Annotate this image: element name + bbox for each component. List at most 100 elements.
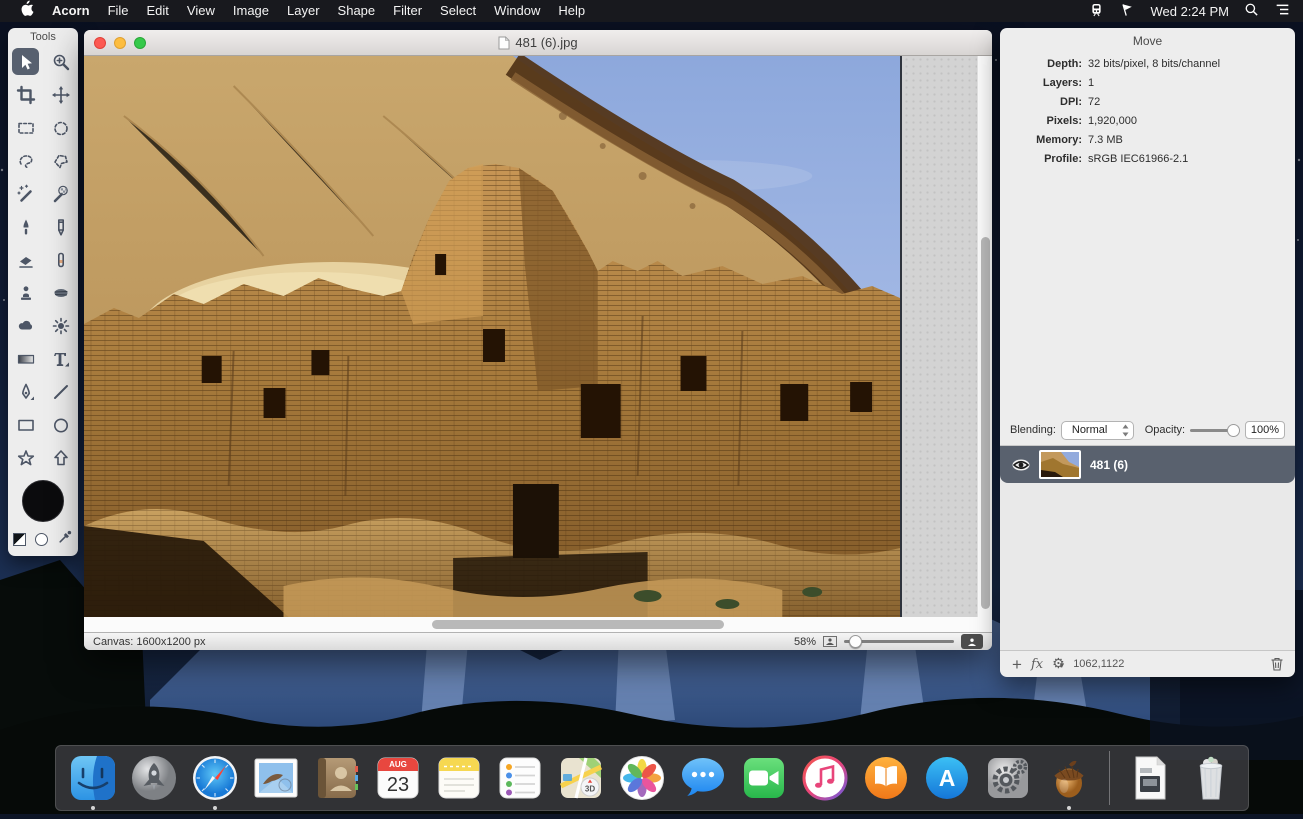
layer-actions-button[interactable]: ⚙▾: [1052, 655, 1064, 673]
tool-blur[interactable]: [8, 309, 43, 342]
minimize-button[interactable]: [114, 37, 126, 49]
horizontal-scrollbar[interactable]: [84, 617, 992, 632]
tool-eraser[interactable]: [8, 243, 43, 276]
layer-row-selected[interactable]: 481 (6): [1000, 446, 1295, 483]
horizontal-scrollbar-thumb[interactable]: [432, 620, 724, 629]
tool-pencil[interactable]: [43, 210, 78, 243]
tool-lasso[interactable]: [8, 144, 43, 177]
menu-acorn[interactable]: Acorn: [43, 0, 99, 22]
tool-instant-alpha[interactable]: [43, 177, 78, 210]
menu-file[interactable]: File: [99, 0, 138, 22]
tool-rect-select[interactable]: [8, 111, 43, 144]
tool-ellipse-select[interactable]: [43, 111, 78, 144]
inspector-spacer: [1000, 172, 1295, 415]
dock-trash[interactable]: [1185, 752, 1237, 804]
menu-shape[interactable]: Shape: [329, 0, 385, 22]
dock-ibooks[interactable]: [860, 752, 912, 804]
apple-menu[interactable]: [12, 0, 43, 23]
layer-list[interactable]: 481 (6): [1000, 445, 1295, 650]
dock-facetime[interactable]: [738, 752, 790, 804]
dock-photos[interactable]: [616, 752, 668, 804]
tool-crop[interactable]: [8, 78, 43, 111]
tool-gradient[interactable]: [8, 342, 43, 375]
menu-filter[interactable]: Filter: [384, 0, 431, 22]
blending-select[interactable]: Normal: [1061, 421, 1134, 440]
dock-finder[interactable]: [67, 752, 119, 804]
opacity-slider-thumb[interactable]: [1227, 424, 1240, 437]
dock-system-preferences[interactable]: [982, 752, 1034, 804]
stroke-color-swatch[interactable]: [35, 533, 48, 546]
blending-value: Normal: [1072, 424, 1107, 436]
fill-stroke-swatch[interactable]: [13, 533, 26, 546]
dock-mail[interactable]: [250, 752, 302, 804]
rect-shape-icon: [16, 415, 36, 435]
dock-maps[interactable]: 3D: [555, 752, 607, 804]
cursor-coordinates: 1062,1122: [1073, 658, 1124, 670]
tool-zoom[interactable]: [43, 45, 78, 78]
tool-rect-shape[interactable]: [8, 408, 43, 441]
color-well[interactable]: [22, 480, 64, 522]
menu-status-train-icon[interactable]: [1089, 2, 1104, 21]
add-layer-button[interactable]: +: [1012, 656, 1022, 673]
dock-appstore[interactable]: A: [921, 752, 973, 804]
zoom-window-button[interactable]: [134, 37, 146, 49]
window-titlebar[interactable]: 481 (6).jpg: [84, 30, 992, 56]
menu-help[interactable]: Help: [549, 0, 594, 22]
dock-launchpad[interactable]: [128, 752, 180, 804]
tool-arrow[interactable]: [8, 45, 43, 78]
instant-alpha-icon: [51, 184, 71, 204]
menu-select[interactable]: Select: [431, 0, 485, 22]
layer-fx-button[interactable]: fx: [1031, 657, 1043, 672]
dock-messages[interactable]: [677, 752, 729, 804]
tool-move[interactable]: [43, 78, 78, 111]
tool-magic-wand[interactable]: [8, 177, 43, 210]
opacity-value[interactable]: 100%: [1245, 421, 1285, 439]
layer-visibility-eye-icon[interactable]: [1012, 459, 1030, 471]
tool-text[interactable]: [43, 342, 78, 375]
delete-layer-button[interactable]: [1271, 657, 1283, 671]
zoom-slider-thumb[interactable]: [849, 635, 862, 648]
dock-itunes[interactable]: [799, 752, 851, 804]
mail-icon: [252, 754, 300, 802]
menu-window[interactable]: Window: [485, 0, 549, 22]
vertical-scrollbar-thumb[interactable]: [981, 237, 990, 609]
menu-image[interactable]: Image: [224, 0, 278, 22]
menu-status-flag-icon[interactable]: [1119, 2, 1135, 21]
zoom-slider[interactable]: [844, 635, 954, 648]
close-button[interactable]: [94, 37, 106, 49]
canvas-image[interactable]: [84, 56, 902, 617]
vertical-scrollbar[interactable]: [977, 56, 992, 617]
menu-edit[interactable]: Edit: [138, 0, 178, 22]
tool-eyedropper[interactable]: [57, 529, 73, 550]
menu-view[interactable]: View: [178, 0, 224, 22]
tool-sharpen[interactable]: [43, 309, 78, 342]
tool-ellipse-shape[interactable]: [43, 408, 78, 441]
tool-clone-stamp[interactable]: [8, 276, 43, 309]
tool-polygon-lasso[interactable]: [43, 144, 78, 177]
window-title: 481 (6).jpg: [498, 35, 577, 50]
inspector-footer: + fx ⚙▾ 1062,1122: [1000, 650, 1295, 677]
spotlight-button[interactable]: [1244, 2, 1259, 20]
menu-clock[interactable]: Wed 2:24 PM: [1150, 4, 1229, 19]
tool-pen[interactable]: [8, 375, 43, 408]
dock-notes[interactable]: [433, 752, 485, 804]
opacity-slider[interactable]: [1190, 424, 1240, 437]
tool-star-shape[interactable]: [8, 441, 43, 474]
tool-smudge[interactable]: [43, 276, 78, 309]
dock-reminders[interactable]: [494, 752, 546, 804]
notification-center-button[interactable]: [1274, 2, 1291, 20]
appstore-icon: A: [923, 754, 971, 802]
dock-contacts[interactable]: [311, 752, 363, 804]
dock-safari[interactable]: [189, 752, 241, 804]
tool-arrow-shape[interactable]: [43, 441, 78, 474]
zoom-fit-icon[interactable]: [823, 636, 837, 647]
tool-line[interactable]: [43, 375, 78, 408]
dock-calendar[interactable]: AUG23: [372, 752, 424, 804]
dock-document[interactable]: [1124, 752, 1176, 804]
menu-layer[interactable]: Layer: [278, 0, 329, 22]
actual-size-button[interactable]: [961, 634, 983, 649]
tool-block-eraser[interactable]: [43, 243, 78, 276]
tool-brush[interactable]: [8, 210, 43, 243]
image-info: Depth:32 bits/pixel, 8 bits/channel Laye…: [1000, 58, 1295, 172]
dock-acorn[interactable]: [1043, 752, 1095, 804]
